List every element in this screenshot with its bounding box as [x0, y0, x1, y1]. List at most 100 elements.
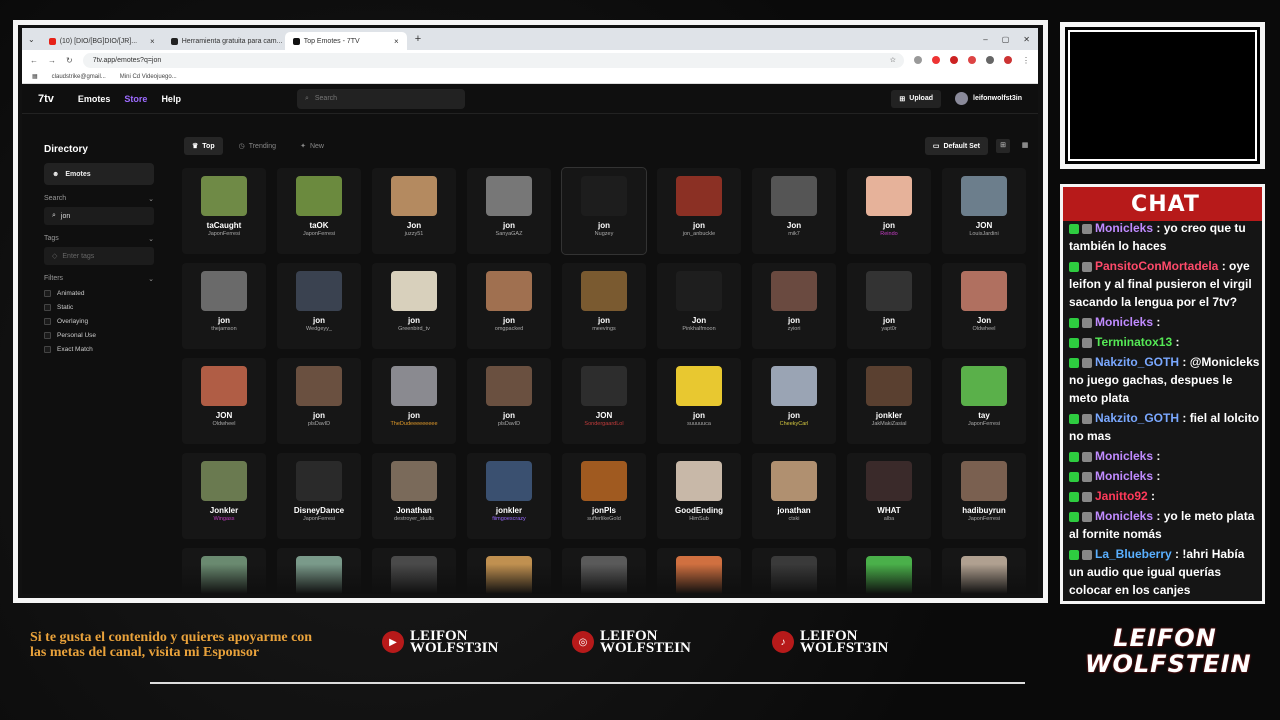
chat-username[interactable]: Nakzito_GOTH: [1095, 355, 1179, 369]
site-search-input[interactable]: ⌕ Search: [296, 88, 465, 109]
chat-username[interactable]: Monicleks: [1095, 449, 1153, 463]
emote-card[interactable]: jon plsDavID: [277, 358, 361, 444]
reload-icon[interactable]: ↻: [66, 56, 73, 65]
tab-trending[interactable]: ◷ Trending: [231, 137, 284, 155]
emote-card[interactable]: jon thejamson: [182, 263, 266, 349]
emote-author[interactable]: thejamson: [211, 326, 236, 332]
emote-card[interactable]: jonkler fiimgoescrazy: [467, 453, 551, 539]
emote-card[interactable]: DisneyDance JaponFerresi: [277, 453, 361, 539]
grid-small-view-icon[interactable]: ⊞: [996, 139, 1010, 153]
emote-author[interactable]: JakMakiZasial: [872, 421, 907, 427]
emote-author[interactable]: zyiori: [788, 326, 801, 332]
extension-icon[interactable]: [914, 56, 922, 64]
tab-new[interactable]: ✦ New: [292, 137, 332, 155]
chat-username[interactable]: Nakzito_GOTH: [1095, 411, 1179, 425]
emote-author[interactable]: ctski: [789, 516, 800, 522]
7tv-logo[interactable]: 7tv: [38, 93, 54, 105]
close-icon[interactable]: ×: [394, 37, 399, 46]
filter-exact-match[interactable]: Exact Match: [44, 346, 158, 353]
emote-author[interactable]: alba: [884, 516, 894, 522]
emote-author[interactable]: plsDavID: [498, 421, 520, 427]
extension-icon[interactable]: [950, 56, 958, 64]
tab-top[interactable]: ♛ Top: [184, 137, 223, 155]
emote-author[interactable]: TheDudeeeeeeeee: [390, 421, 437, 427]
default-set-button[interactable]: ▭ Default Set: [924, 137, 988, 155]
menu-dots-icon[interactable]: ⋮: [1022, 56, 1030, 65]
emote-card[interactable]: jon Wedgeyy_: [277, 263, 361, 349]
emote-card[interactable]: Jon mik7: [752, 168, 836, 254]
tab-menu-icon[interactable]: ⌄: [28, 35, 35, 44]
browser-tab-youtube[interactable]: (10) [DIO/[BG]DIO/[JR]... ×: [41, 32, 163, 50]
emote-author[interactable]: omgpacked: [495, 326, 523, 332]
emote-author[interactable]: suuuuuca: [687, 421, 711, 427]
url-input[interactable]: 7tv.app/emotes?q=jon ☆: [82, 52, 904, 68]
browser-tab-tool[interactable]: Herramienta gratuita para cam...×: [163, 32, 285, 50]
tags-section[interactable]: Tags ⌄: [44, 235, 154, 243]
bookmark-star-icon[interactable]: ☆: [890, 56, 896, 64]
emote-card[interactable]: jonkler JakMakiZasial: [847, 358, 931, 444]
upload-button[interactable]: ⊞ Upload: [891, 89, 941, 108]
emote-card[interactable]: GoodEnding HimSub: [657, 453, 741, 539]
maximize-icon[interactable]: ▢: [1002, 35, 1010, 44]
emote-author[interactable]: Nugzey: [595, 231, 614, 237]
nav-store[interactable]: Store: [124, 94, 147, 104]
emote-author[interactable]: JaponFerresi: [208, 231, 240, 237]
emote-author[interactable]: SondergaardLol: [584, 421, 623, 427]
emote-author[interactable]: Oldwheel: [213, 421, 236, 427]
emote-author[interactable]: Oldwheel: [973, 326, 996, 332]
filter-personal-use[interactable]: Personal Use: [44, 332, 158, 339]
emote-card[interactable]: Jon Oldwheel: [942, 263, 1026, 349]
close-window-icon[interactable]: ✕: [1023, 35, 1030, 44]
gmail-icon[interactable]: [968, 56, 976, 64]
emote-card[interactable]: jon suuuuuca: [657, 358, 741, 444]
chat-username[interactable]: PansitoConMortadela: [1095, 259, 1218, 273]
emote-card[interactable]: JON SondergaardLol: [562, 358, 646, 444]
emote-author[interactable]: JaponFerresi: [303, 231, 335, 237]
emote-card[interactable]: jon Reindo: [847, 168, 931, 254]
extensions-puzzle-icon[interactable]: [986, 56, 994, 64]
emote-card[interactable]: Jonkler Wingass: [182, 453, 266, 539]
emote-author[interactable]: LouisJardini: [969, 231, 998, 237]
emote-search-input[interactable]: ⌕ jon: [44, 207, 154, 225]
emote-author[interactable]: Greenbird_tv: [398, 326, 430, 332]
nav-help[interactable]: Help: [161, 94, 181, 104]
grid-large-view-icon[interactable]: ▦: [1018, 139, 1032, 153]
emote-card[interactable]: Jonathan destroyer_skulls: [372, 453, 456, 539]
emote-author[interactable]: sufferlikeGold: [587, 516, 621, 522]
emote-author[interactable]: HimSub: [689, 516, 709, 522]
emote-card[interactable]: jonPls sufferlikeGold: [562, 453, 646, 539]
filters-section[interactable]: Filters ⌄: [44, 275, 154, 283]
sidebar-item-emotes[interactable]: ☻ Emotes: [44, 163, 154, 185]
emote-card[interactable]: jon TheDudeeeeeeeee: [372, 358, 456, 444]
close-icon[interactable]: ×: [150, 37, 155, 46]
emote-card[interactable]: JON Oldwheel: [182, 358, 266, 444]
chat-username[interactable]: Janitto92: [1095, 489, 1148, 503]
checkbox[interactable]: [44, 290, 51, 297]
tags-input[interactable]: ◇ Enter tags: [44, 247, 154, 265]
emote-card[interactable]: jon plsDavID: [467, 358, 551, 444]
emote-card[interactable]: jon Greenbird_tv: [372, 263, 456, 349]
chat-username[interactable]: Monicleks: [1095, 469, 1153, 483]
filter-overlaying[interactable]: Overlaying: [44, 318, 158, 325]
new-tab-icon[interactable]: +: [407, 33, 429, 45]
emote-card[interactable]: jon CheekyCarl: [752, 358, 836, 444]
emote-author[interactable]: meevings: [592, 326, 616, 332]
emote-card[interactable]: taCaught JaponFerresi: [182, 168, 266, 254]
emote-card[interactable]: Jon juzzy51: [372, 168, 456, 254]
emote-author[interactable]: CheekyCarl: [780, 421, 809, 427]
chat-username[interactable]: Monicleks: [1095, 509, 1153, 523]
emote-author[interactable]: JaponFerresi: [968, 516, 1000, 522]
emote-author[interactable]: plsDavID: [308, 421, 330, 427]
filter-animated[interactable]: Animated: [44, 290, 158, 297]
emote-card[interactable]: jon jon_anbuckle: [657, 168, 741, 254]
chat-username[interactable]: La_Blueberry: [1095, 547, 1172, 561]
emote-card[interactable]: jon SanyaGAZ: [467, 168, 551, 254]
search-section[interactable]: Search ⌄: [44, 195, 154, 203]
emote-author[interactable]: Pinkhalfmoon: [682, 326, 715, 332]
emote-author[interactable]: jon_anbuckle: [683, 231, 715, 237]
filter-static[interactable]: Static: [44, 304, 158, 311]
emote-author[interactable]: juzzy51: [405, 231, 424, 237]
emote-author[interactable]: SanyaGAZ: [496, 231, 523, 237]
emote-author[interactable]: mik7: [788, 231, 800, 237]
emote-card[interactable]: jon omgpacked: [467, 263, 551, 349]
